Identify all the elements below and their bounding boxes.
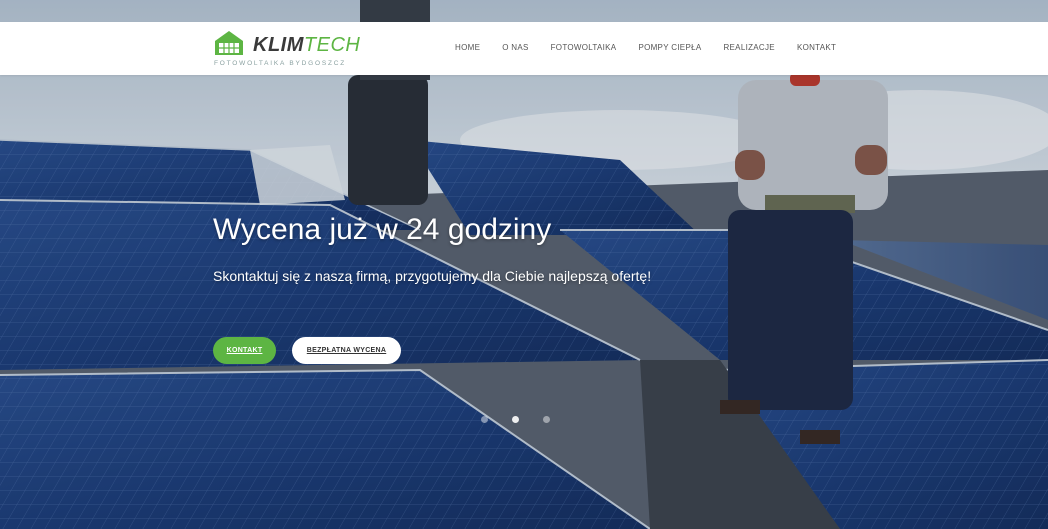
nav-photovoltaics[interactable]: FOTOWOLTAIKA xyxy=(551,43,617,52)
brand-name: KLIMTECH xyxy=(253,35,360,55)
nav-projects[interactable]: REALIZACJE xyxy=(723,43,774,52)
brand-name-part1: KLIM xyxy=(253,34,304,56)
slider-pagination xyxy=(481,416,550,423)
hero-title: Wycena już w 24 godziny xyxy=(213,213,552,246)
hero-subtitle: Skontaktuj się z naszą firmą, przygotuje… xyxy=(213,268,652,284)
top-navbar: KLIMTECH FOTOWOLTAIKA BYDGOSZCZ HOME O N… xyxy=(0,22,1048,75)
free-quote-button[interactable]: BEZPŁATNA WYCENA xyxy=(292,337,401,364)
slider-dot-1[interactable] xyxy=(481,416,488,423)
house-solar-icon xyxy=(215,31,243,55)
hero-background-image xyxy=(0,0,1048,529)
contact-button[interactable]: KONTAKT xyxy=(213,337,276,364)
hero-banner xyxy=(0,0,1048,529)
brand-name-part2: TECH xyxy=(303,34,361,56)
nav-about[interactable]: O NAS xyxy=(502,43,528,52)
main-menu: HOME O NAS FOTOWOLTAIKA POMPY CIEPŁA REA… xyxy=(455,43,858,52)
brand-logo[interactable]: KLIMTECH FOTOWOLTAIKA BYDGOSZCZ xyxy=(213,29,363,69)
slider-dot-2[interactable] xyxy=(512,416,519,423)
nav-home[interactable]: HOME xyxy=(455,43,480,52)
nav-contact[interactable]: KONTAKT xyxy=(797,43,836,52)
slider-dot-3[interactable] xyxy=(543,416,550,423)
brand-tagline: FOTOWOLTAIKA BYDGOSZCZ xyxy=(214,60,347,67)
nav-heat-pumps[interactable]: POMPY CIEPŁA xyxy=(638,43,701,52)
